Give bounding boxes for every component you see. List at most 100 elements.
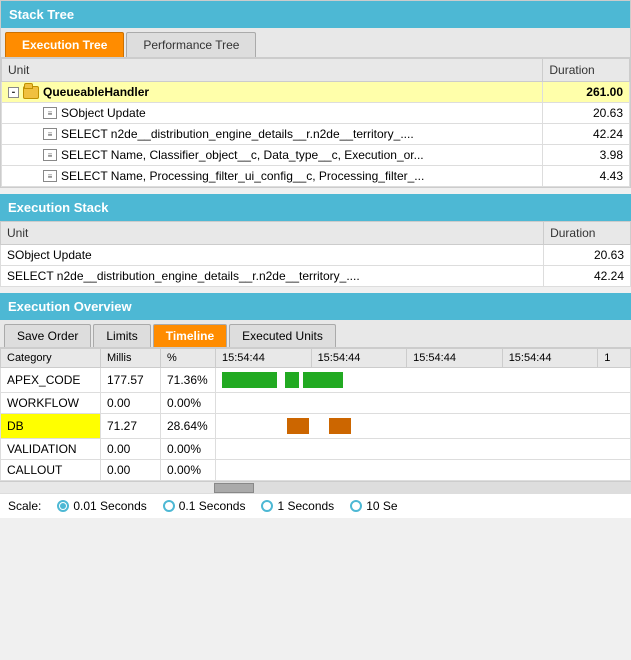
scale-option-01[interactable]: 0.1 Seconds [163, 499, 246, 513]
percent-value: 0.00% [161, 439, 216, 460]
time-header-5: 1 [598, 349, 631, 368]
stack-row-duration: 42.24 [544, 266, 631, 287]
table-row: ≡ SELECT Name, Classifier_object__c, Dat… [2, 145, 630, 166]
millis-value: 71.27 [101, 414, 161, 439]
percent-value: 28.64% [161, 414, 216, 439]
timeline-table: Category Millis % 15:54:44 15:54:44 15:5… [0, 348, 631, 481]
execution-tab-bar: Execution Tree Performance Tree [1, 28, 630, 58]
soql-icon: ≡ [43, 149, 57, 161]
scale-option-1[interactable]: 1 Seconds [261, 499, 334, 513]
millis-value: 0.00 [101, 439, 161, 460]
scrollbar-track[interactable] [0, 481, 631, 493]
stack-tree-header: Stack Tree [1, 1, 630, 28]
tree-row-duration: 20.63 [543, 103, 630, 124]
tree-row-label: SELECT n2de__distribution_engine_details… [61, 127, 414, 141]
tab-execution-tree[interactable]: Execution Tree [5, 32, 124, 57]
timeline-bars-validation [216, 439, 631, 460]
radio-001[interactable] [57, 500, 69, 512]
radio-01[interactable] [163, 500, 175, 512]
execution-tree-table: Unit Duration - QueueableHandler 261.00 [1, 58, 630, 187]
scale-option-10-label: 10 Se [366, 499, 397, 513]
execution-stack-table: Unit Duration SObject Update 20.63 SELEC… [0, 221, 631, 287]
timeline-row-validation: VALIDATION 0.00 0.00% [1, 439, 631, 460]
tree-row-unit: - QueueableHandler [2, 82, 543, 103]
bar-orange [287, 418, 309, 434]
tab-limits[interactable]: Limits [93, 324, 150, 347]
stack-row-duration: 20.63 [544, 245, 631, 266]
tree-row-label: QueueableHandler [43, 85, 149, 99]
timeline-bars-db [216, 414, 631, 439]
scale-option-001[interactable]: 0.01 Seconds [57, 499, 146, 513]
tree-row-unit: ≡ SELECT n2de__distribution_engine_detai… [2, 124, 543, 145]
scrollbar-thumb[interactable] [214, 483, 254, 493]
timeline-bars-callout [216, 460, 631, 481]
scale-option-1-label: 1 Seconds [277, 499, 334, 513]
scale-label: Scale: [8, 499, 41, 513]
category-label: DB [1, 414, 101, 439]
tree-row-label: SObject Update [61, 106, 146, 120]
category-label: CALLOUT [1, 460, 101, 481]
percent-value: 0.00% [161, 393, 216, 414]
tree-row-label: SELECT Name, Processing_filter_ui_config… [61, 169, 424, 183]
scale-row: Scale: 0.01 Seconds 0.1 Seconds 1 Second… [0, 493, 631, 518]
radio-10[interactable] [350, 500, 362, 512]
radio-1[interactable] [261, 500, 273, 512]
tab-save-order[interactable]: Save Order [4, 324, 91, 347]
execution-stack-title: Execution Stack [8, 200, 108, 215]
stack-tree-section: Stack Tree Execution Tree Performance Tr… [0, 0, 631, 188]
timeline-row-callout: CALLOUT 0.00 0.00% [1, 460, 631, 481]
timeline-bars-workflow [216, 393, 631, 414]
tree-row-unit: ≡ SELECT Name, Processing_filter_ui_conf… [2, 166, 543, 187]
table-row: - QueueableHandler 261.00 [2, 82, 630, 103]
timeline-row-db: DB 71.27 28.64% [1, 414, 631, 439]
stack-col-duration: Duration [544, 222, 631, 245]
percent-value: 0.00% [161, 460, 216, 481]
tab-executed-units[interactable]: Executed Units [229, 324, 336, 347]
time-header-4: 15:54:44 [502, 349, 598, 368]
time-header-2: 15:54:44 [311, 349, 407, 368]
folder-icon [23, 86, 39, 99]
bar-green [285, 372, 299, 388]
stack-tree-title: Stack Tree [9, 7, 74, 22]
timeline-row-apex: APEX_CODE 177.57 71.36% [1, 368, 631, 393]
execution-overview-header: Execution Overview [0, 293, 631, 320]
timeline-bars-apex [216, 368, 631, 393]
bar-green [303, 372, 343, 388]
table-row: SELECT n2de__distribution_engine_details… [1, 266, 631, 287]
tree-row-unit: ≡ SObject Update [2, 103, 543, 124]
millis-value: 0.00 [101, 460, 161, 481]
category-label: WORKFLOW [1, 393, 101, 414]
tree-row-duration: 3.98 [543, 145, 630, 166]
timeline-col-category: Category [1, 349, 101, 368]
tab-timeline[interactable]: Timeline [153, 324, 227, 347]
tab-performance-tree[interactable]: Performance Tree [126, 32, 256, 57]
scale-option-10[interactable]: 10 Se [350, 499, 397, 513]
table-row: ≡ SELECT n2de__distribution_engine_detai… [2, 124, 630, 145]
millis-value: 177.57 [101, 368, 161, 393]
table-row: SObject Update 20.63 [1, 245, 631, 266]
execution-overview-section: Execution Overview Save Order Limits Tim… [0, 293, 631, 518]
tree-row-duration: 4.43 [543, 166, 630, 187]
table-row: ≡ SObject Update 20.63 [2, 103, 630, 124]
tree-row-unit: ≡ SELECT Name, Classifier_object__c, Dat… [2, 145, 543, 166]
stack-row-unit: SObject Update [1, 245, 544, 266]
scale-option-01-label: 0.1 Seconds [179, 499, 246, 513]
expand-icon[interactable]: - [8, 87, 19, 98]
soql-icon: ≡ [43, 128, 57, 140]
tree-row-duration: 261.00 [543, 82, 630, 103]
percent-value: 71.36% [161, 368, 216, 393]
timeline-row-workflow: WORKFLOW 0.00 0.00% [1, 393, 631, 414]
category-label: APEX_CODE [1, 368, 101, 393]
tree-row-duration: 42.24 [543, 124, 630, 145]
tree-row-label: SELECT Name, Classifier_object__c, Data_… [61, 148, 424, 162]
stack-col-unit: Unit [1, 222, 544, 245]
category-label: VALIDATION [1, 439, 101, 460]
stack-row-unit: SELECT n2de__distribution_engine_details… [1, 266, 544, 287]
execution-stack-header: Execution Stack [0, 194, 631, 221]
table-row: ≡ SELECT Name, Processing_filter_ui_conf… [2, 166, 630, 187]
scale-option-001-label: 0.01 Seconds [73, 499, 146, 513]
bar-green [222, 372, 277, 388]
soql-icon: ≡ [43, 107, 57, 119]
execution-overview-title: Execution Overview [8, 299, 132, 314]
col-header-unit: Unit [2, 59, 543, 82]
